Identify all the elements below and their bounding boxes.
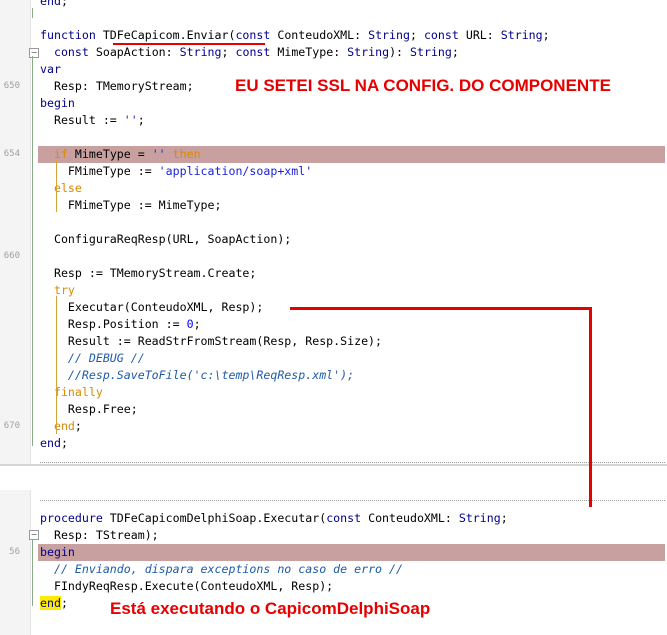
code-text[interactable]: Resp: TMemoryStream; (40, 78, 194, 95)
code-text[interactable]: FMimeType := 'application/soap+xml' (40, 163, 312, 180)
code-line[interactable]: 654 if MimeType = '' then (0, 146, 667, 163)
code-text[interactable]: Resp.Free; (40, 401, 138, 418)
code-text[interactable]: end; (40, 0, 68, 10)
code-text[interactable]: // Enviando, dispara exceptions no caso … (40, 561, 403, 578)
line-number: 670 (3, 421, 20, 431)
line-number: 650 (3, 81, 20, 91)
code-line[interactable]: FMimeType := 'application/soap+xml' (0, 163, 667, 180)
code-line[interactable]: // Enviando, dispara exceptions no caso … (0, 561, 667, 578)
top-code-panel: end; function TDFeCapicom.Enviar(const Co… (0, 0, 667, 466)
code-text[interactable]: Resp: TStream); (40, 527, 159, 544)
code-text[interactable]: end; (40, 418, 82, 435)
code-line[interactable]: else (0, 180, 667, 197)
code-text[interactable]: Result := ReadStrFromStream(Resp, Resp.S… (40, 333, 382, 350)
code-text[interactable]: procedure TDFeCapicomDelphiSoap.Executar… (40, 510, 508, 527)
code-line[interactable]: end; (0, 435, 667, 452)
line-number: 660 (3, 251, 20, 261)
if-block-bracket (56, 160, 57, 212)
code-line[interactable] (0, 10, 667, 27)
code-line[interactable]: const SoapAction: String; const MimeType… (0, 44, 667, 61)
code-text[interactable]: Result := ''; (40, 112, 145, 129)
code-text[interactable]: Resp.Position := 0; (40, 316, 201, 333)
code-line[interactable]: Resp := TMemoryStream.Create; (0, 265, 667, 282)
code-line[interactable]: finally (0, 384, 667, 401)
code-text[interactable]: function TDFeCapicom.Enviar(const Conteu… (40, 27, 550, 44)
exec-annotation: Está executando o CapicomDelphiSoap (110, 599, 431, 618)
fold-bracket (32, 8, 33, 18)
code-line[interactable]: // DEBUG // (0, 350, 667, 367)
code-line[interactable]: FIndyReqResp.Execute(ConteudoXML, Resp); (0, 578, 667, 595)
code-line[interactable]: procedure TDFeCapicomDelphiSoap.Executar… (0, 510, 667, 527)
code-line[interactable]: ConfiguraReqResp(URL, SoapAction); (0, 231, 667, 248)
code-line[interactable]: function TDFeCapicom.Enviar(const Conteu… (0, 27, 667, 44)
arrow-connector-horizontal (290, 307, 592, 310)
code-line[interactable]: //Resp.SaveToFile('c:\temp\ReqResp.xml')… (0, 367, 667, 384)
code-text[interactable]: finally (40, 384, 103, 401)
code-line[interactable]: 660 (0, 248, 667, 265)
code-line[interactable]: Resp.Free; (0, 401, 667, 418)
fold-bracket (32, 56, 33, 446)
code-text[interactable]: //Resp.SaveToFile('c:\temp\ReqResp.xml')… (40, 367, 354, 384)
code-text[interactable]: begin (40, 544, 75, 561)
code-line[interactable]: end; (0, 0, 667, 10)
code-text[interactable]: FMimeType := MimeType; (40, 197, 222, 214)
code-text[interactable]: Resp := TMemoryStream.Create; (40, 265, 256, 282)
code-line[interactable]: FMimeType := MimeType; (0, 197, 667, 214)
code-line[interactable]: Resp.Position := 0; (0, 316, 667, 333)
enviar-underline-mark (113, 43, 265, 45)
code-line[interactable]: 670 end; (0, 418, 667, 435)
code-line[interactable] (0, 214, 667, 231)
code-line[interactable]: Result := ReadStrFromStream(Resp, Resp.S… (0, 333, 667, 350)
method-separator (40, 500, 665, 501)
code-text[interactable]: begin (40, 95, 75, 112)
code-text[interactable]: Executar(ConteudoXML, Resp); (40, 299, 263, 316)
code-line[interactable] (0, 129, 667, 146)
code-line[interactable]: Resp: TStream); (0, 527, 667, 544)
line-number: 56 (9, 547, 20, 557)
code-line[interactable]: try (0, 282, 667, 299)
code-text[interactable]: if MimeType = '' then (40, 146, 201, 163)
code-text[interactable]: var (40, 61, 61, 78)
try-block-bracket (56, 296, 57, 434)
arrow-connector-vertical (589, 307, 592, 507)
method-separator (40, 462, 665, 463)
code-text[interactable]: else (40, 180, 82, 197)
fold-icon[interactable]: − (29, 530, 39, 540)
code-text[interactable]: try (40, 282, 75, 299)
code-text[interactable]: const SoapAction: String; const MimeType… (40, 44, 459, 61)
code-text[interactable]: end; (40, 435, 68, 452)
code-text[interactable]: ConfiguraReqResp(URL, SoapAction); (40, 231, 291, 248)
code-line[interactable]: begin (0, 95, 667, 112)
code-line[interactable]: Result := ''; (0, 112, 667, 129)
fold-icon[interactable]: − (29, 48, 39, 58)
code-text[interactable]: FIndyReqResp.Execute(ConteudoXML, Resp); (40, 578, 333, 595)
code-line[interactable]: 56 begin (0, 544, 667, 561)
code-text[interactable]: end; (40, 595, 68, 612)
ssl-annotation: EU SETEI SSL NA CONFIG. DO COMPONENTE (235, 76, 611, 95)
fold-bracket (32, 540, 33, 606)
line-number: 654 (3, 149, 20, 159)
